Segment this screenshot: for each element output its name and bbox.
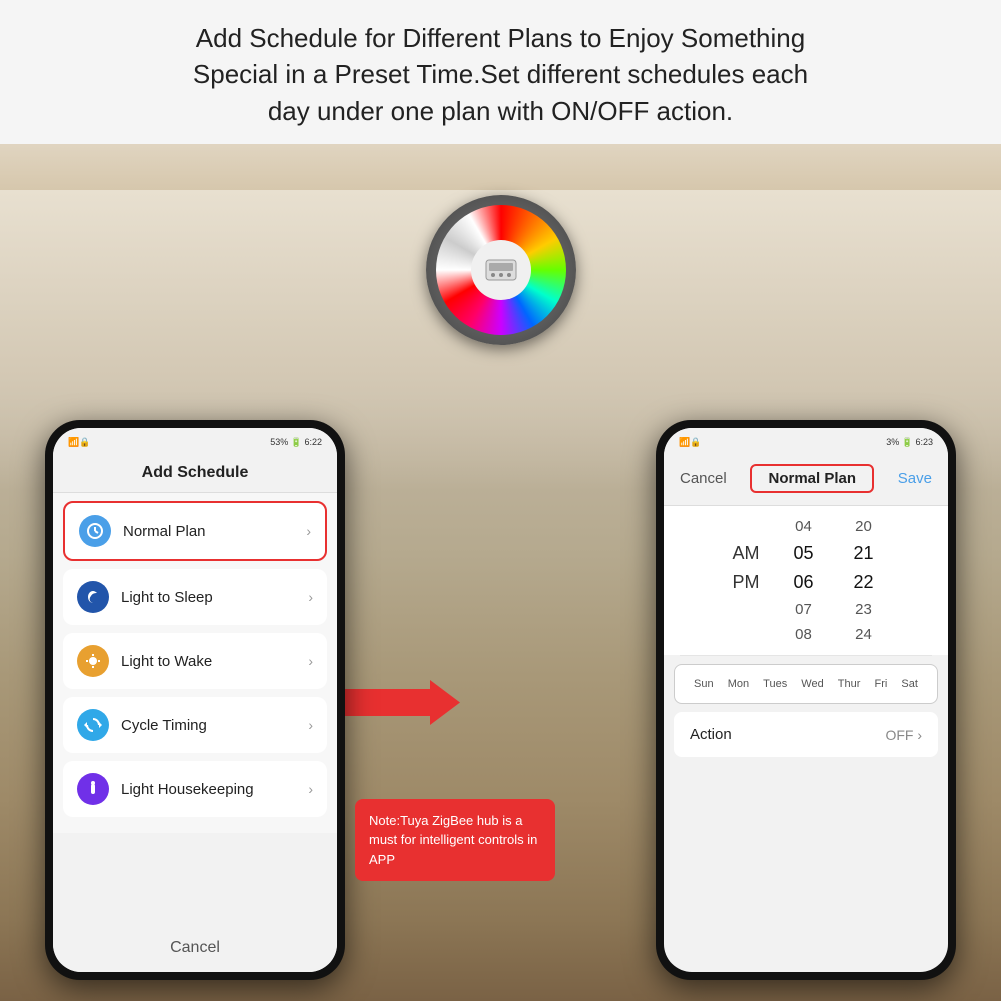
normal-plan-label: Normal Plan <box>123 523 306 540</box>
days-selector[interactable]: Sun Mon Tues Wed Thur Fri Sat <box>674 664 938 704</box>
minute-2: 22 <box>844 572 884 593</box>
phone-right-header: Cancel Normal Plan Save <box>664 456 948 506</box>
phone-right-status-bar: 📶🔒 3% 🔋 6:23 <box>664 428 948 456</box>
note-text: Note:Tuya ZigBee hub is a must for intel… <box>369 813 537 867</box>
day-wed[interactable]: Wed <box>799 675 825 693</box>
time-row-2: PM 06 22 <box>664 568 948 597</box>
phone-left-screen: 📶🔒 53% 🔋 6:22 Add Schedule Normal Plan ›… <box>53 428 337 972</box>
schedule-item-light-housekeeping[interactable]: Light Housekeeping › <box>63 761 327 817</box>
day-sun[interactable]: Sun <box>692 675 716 693</box>
light-housekeeping-arrow: › <box>308 781 313 797</box>
light-to-sleep-label: Light to Sleep <box>121 589 308 606</box>
time-row-4: 08 24 <box>664 622 948 647</box>
time-row-0: 04 20 <box>664 514 948 539</box>
hour-4: 08 <box>784 626 824 643</box>
status-info-right: 53% 🔋 6:22 <box>270 437 322 448</box>
schedule-item-light-to-sleep[interactable]: Light to Sleep › <box>63 569 327 625</box>
ampm-2: PM <box>729 572 764 593</box>
light-housekeeping-label: Light Housekeeping <box>121 781 308 798</box>
light-to-wake-label: Light to Wake <box>121 653 308 670</box>
hour-3: 07 <box>784 601 824 618</box>
status-icons-left: 📶🔒 <box>68 437 90 448</box>
action-label: Action <box>690 726 732 743</box>
right-status-left: 📶🔒 <box>679 437 701 448</box>
hour-2: 06 <box>784 572 824 593</box>
day-sat[interactable]: Sat <box>899 675 920 693</box>
action-value: OFF › <box>885 727 922 743</box>
time-picker[interactable]: 04 20 AM 05 21 PM 06 22 07 23 08 24 <box>664 506 948 655</box>
light-housekeeping-icon <box>77 773 109 805</box>
phone-left: 📶🔒 53% 🔋 6:22 Add Schedule Normal Plan ›… <box>45 420 345 980</box>
right-status-right: 3% 🔋 6:23 <box>886 437 933 448</box>
day-mon[interactable]: Mon <box>726 675 751 693</box>
phone-right: 📶🔒 3% 🔋 6:23 Cancel Normal Plan Save 04 … <box>656 420 956 980</box>
minute-0: 20 <box>844 518 884 535</box>
save-button[interactable]: Save <box>898 470 932 487</box>
schedule-item-normal-plan[interactable]: Normal Plan › <box>63 501 327 561</box>
normal-plan-arrow: › <box>306 523 311 539</box>
light-to-wake-arrow: › <box>308 653 313 669</box>
minute-4: 24 <box>844 626 884 643</box>
note-box: Note:Tuya ZigBee hub is a must for intel… <box>355 799 555 882</box>
minute-3: 23 <box>844 601 884 618</box>
light-to-wake-icon <box>77 645 109 677</box>
phone-left-status-bar: 📶🔒 53% 🔋 6:22 <box>53 428 337 456</box>
light-to-sleep-arrow: › <box>308 589 313 605</box>
day-tues[interactable]: Tues <box>761 675 789 693</box>
cycle-timing-arrow: › <box>308 717 313 733</box>
add-schedule-title: Add Schedule <box>53 456 337 493</box>
day-thur[interactable]: Thur <box>836 675 863 693</box>
arrow-container <box>340 680 460 725</box>
light-to-sleep-icon <box>77 581 109 613</box>
action-row[interactable]: Action OFF › <box>674 712 938 757</box>
schedule-items-list: Normal Plan › Light to Sleep › Light to … <box>53 493 337 833</box>
time-row-3: 07 23 <box>664 597 948 622</box>
right-cancel-button[interactable]: Cancel <box>680 470 727 487</box>
normal-plan-icon <box>79 515 111 547</box>
normal-plan-title: Normal Plan <box>750 464 874 493</box>
time-divider <box>680 655 932 656</box>
header-text: Add Schedule for Different Plans to Enjo… <box>40 20 961 129</box>
cycle-timing-icon <box>77 709 109 741</box>
phone-right-screen: 📶🔒 3% 🔋 6:23 Cancel Normal Plan Save 04 … <box>664 428 948 972</box>
cancel-button[interactable]: Cancel <box>53 924 337 972</box>
minute-1: 21 <box>844 543 884 564</box>
schedule-item-cycle-timing[interactable]: Cycle Timing › <box>63 697 327 753</box>
day-fri[interactable]: Fri <box>873 675 890 693</box>
hour-1: 05 <box>784 543 824 564</box>
ampm-1: AM <box>729 543 764 564</box>
cycle-timing-label: Cycle Timing <box>121 717 308 734</box>
product-icon <box>481 255 521 285</box>
arrow-right-icon <box>340 680 460 725</box>
time-row-1: AM 05 21 <box>664 539 948 568</box>
hour-0: 04 <box>784 518 824 535</box>
product-image <box>426 195 576 345</box>
header-section: Add Schedule for Different Plans to Enjo… <box>0 0 1001 144</box>
schedule-item-light-to-wake[interactable]: Light to Wake › <box>63 633 327 689</box>
